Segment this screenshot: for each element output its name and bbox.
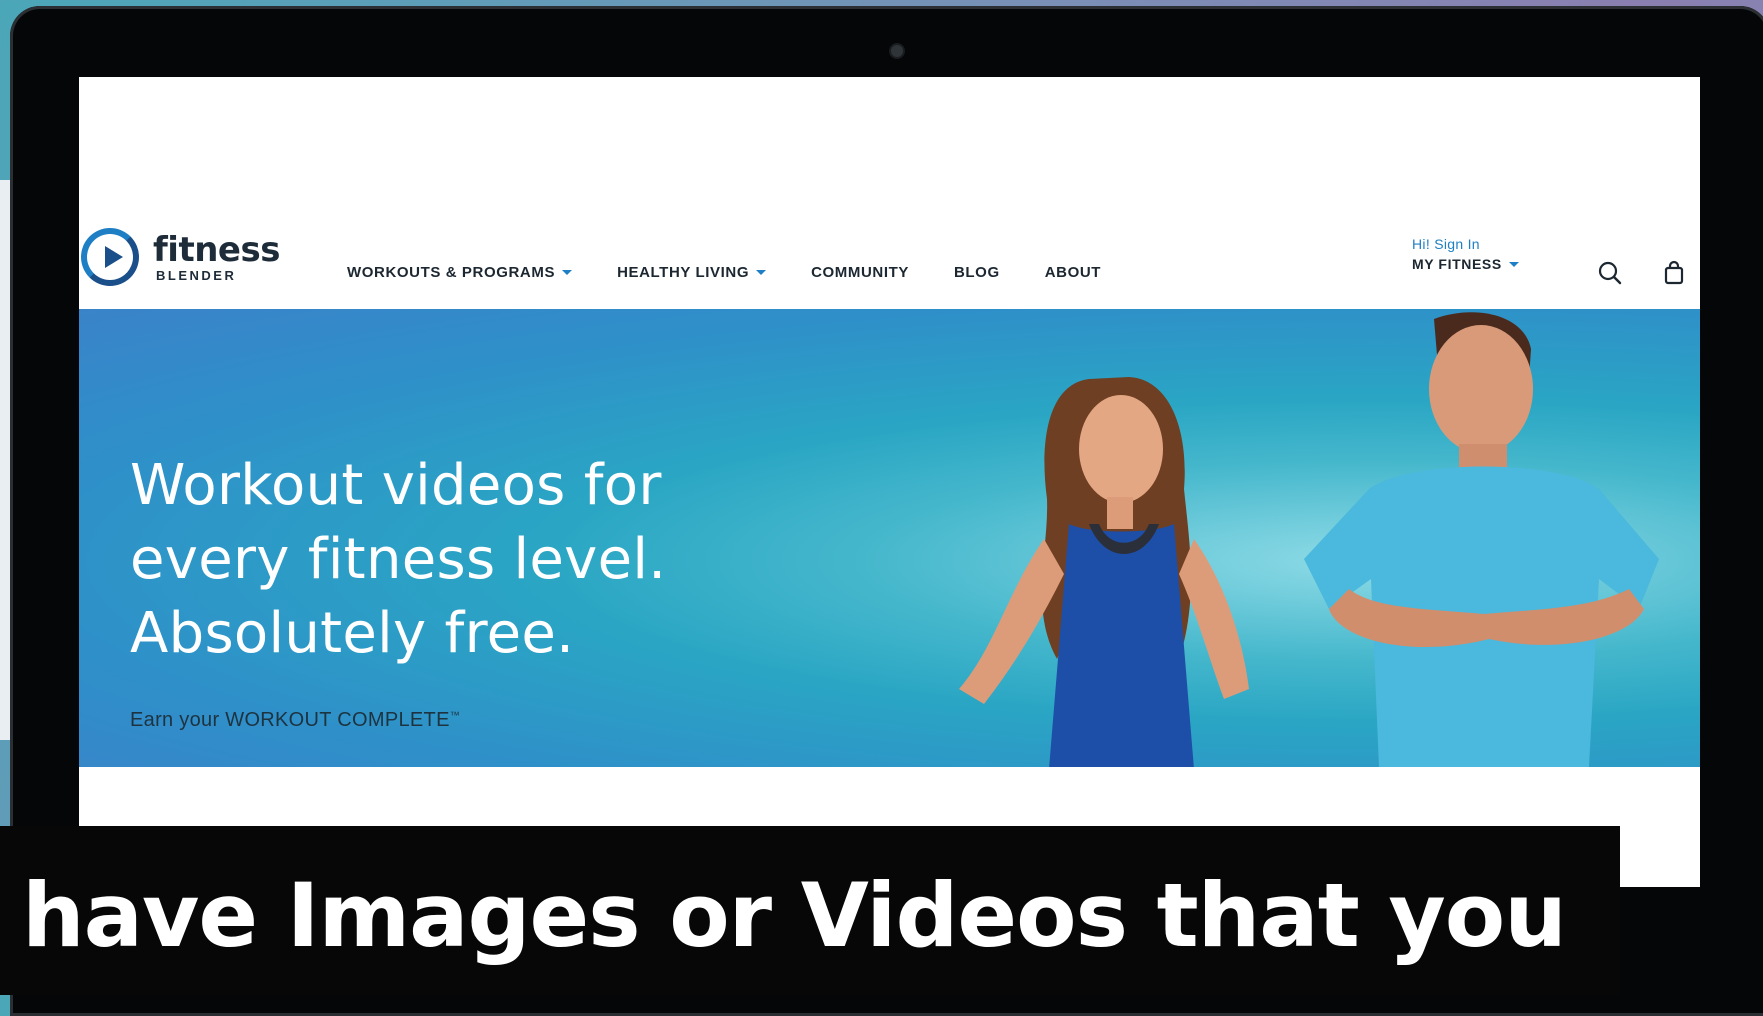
headline-line-1: Workout videos for xyxy=(130,453,662,518)
nav-label: COMMUNITY xyxy=(811,264,909,281)
webcam-icon xyxy=(889,43,905,59)
chevron-down-icon xyxy=(562,270,573,275)
hero-tagline: Earn your WORKOUT COMPLETE™ xyxy=(130,709,460,732)
nav-label: ABOUT xyxy=(1044,264,1102,281)
sign-in-link[interactable]: Hi! Sign In xyxy=(1412,236,1519,252)
caption-overlay: have Images or Videos that you xyxy=(0,826,1620,995)
top-whitespace xyxy=(79,77,1700,202)
hero-banner: Workout videos for every fitness level. … xyxy=(79,309,1700,767)
nav-healthy-living[interactable]: HEALTHY LIVING xyxy=(617,264,767,281)
shopping-bag-icon[interactable] xyxy=(1661,260,1687,286)
nav-label: BLOG xyxy=(953,264,1000,281)
nav-about[interactable]: ABOUT xyxy=(1045,264,1101,281)
main-nav: WORKOUTS & PROGRAMS HEALTHY LIVING COMMU… xyxy=(347,264,1146,281)
website-screen: fitness BLENDER WORKOUTS & PROGRAMS HEAL… xyxy=(79,77,1700,887)
fitness-blender-logo[interactable]: fitness BLENDER xyxy=(81,227,280,287)
man-trainer-image xyxy=(1304,312,1659,767)
nav-community[interactable]: COMMUNITY xyxy=(811,264,909,281)
nav-blog[interactable]: BLOG xyxy=(954,264,1000,281)
chevron-down-icon xyxy=(756,270,767,275)
headline-line-3: Absolutely free. xyxy=(130,601,575,666)
tagline-text: Earn your WORKOUT COMPLETE xyxy=(130,709,450,731)
woman-trainer-image xyxy=(959,377,1249,767)
my-fitness-dropdown[interactable]: MY FITNESS xyxy=(1412,256,1519,272)
my-fitness-label: MY FITNESS xyxy=(1412,256,1502,272)
search-icon[interactable] xyxy=(1597,260,1623,286)
account-menu[interactable]: Hi! Sign In MY FITNESS xyxy=(1412,236,1519,272)
nav-label: HEALTHY LIVING xyxy=(617,264,750,281)
play-logo-icon xyxy=(81,228,139,286)
site-header: fitness BLENDER WORKOUTS & PROGRAMS HEAL… xyxy=(79,202,1700,310)
chevron-down-icon xyxy=(1508,261,1519,267)
logo-wordmark: fitness xyxy=(153,229,280,270)
hero-headline: Workout videos for every fitness level. … xyxy=(130,449,830,671)
trademark-mark: ™ xyxy=(449,710,461,722)
caption-text: have Images or Videos that you xyxy=(22,864,1567,967)
nav-label: WORKOUTS & PROGRAMS xyxy=(347,264,556,281)
nav-workouts-programs[interactable]: WORKOUTS & PROGRAMS xyxy=(347,264,573,281)
headline-line-2: every fitness level. xyxy=(130,527,667,592)
logo-subtitle: BLENDER xyxy=(156,267,237,283)
